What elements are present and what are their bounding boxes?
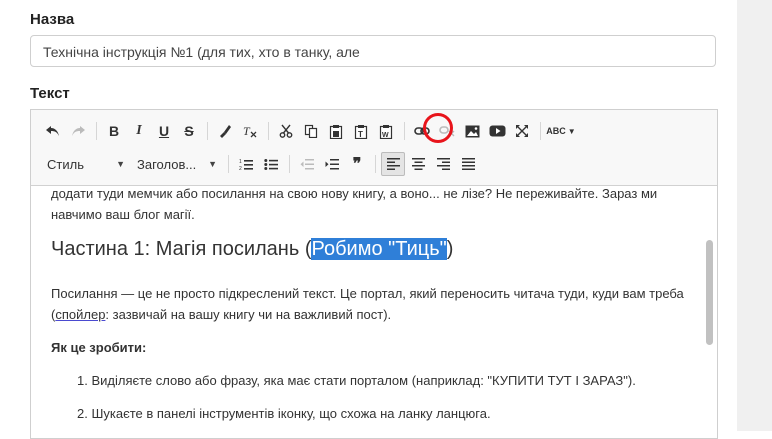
blockquote-button[interactable]: ❞: [345, 152, 369, 176]
svg-text:1: 1: [239, 159, 242, 165]
justify-icon: [461, 158, 475, 170]
heading-combo-label: Заголов...: [137, 156, 197, 172]
align-left-button[interactable]: [381, 152, 405, 176]
strikethrough-icon: S: [184, 123, 194, 139]
paste-text-button[interactable]: T: [349, 119, 373, 143]
heading-combo[interactable]: Заголов... ▼: [131, 152, 223, 176]
heading-text-prefix: Частина 1: Магія посилань (: [51, 238, 312, 260]
numbered-list-button[interactable]: 12: [234, 152, 258, 176]
bulleted-list-icon: [264, 158, 278, 170]
list-item: 1. Виділяєте слово або фразу, яка має ст…: [77, 373, 636, 388]
toolbar-separator: [228, 155, 229, 173]
chevron-down-icon: ▼: [567, 126, 576, 136]
align-center-icon: [411, 158, 425, 170]
spellcheck-icon: ABC: [546, 126, 566, 136]
copy-formatting-button[interactable]: [213, 119, 237, 143]
svg-text:T: T: [243, 124, 251, 138]
remove-format-button[interactable]: T: [238, 119, 262, 143]
spellcheck-button[interactable]: ABC ▼: [546, 119, 576, 143]
align-left-icon: [386, 158, 400, 170]
scrollbar-thumb[interactable]: [706, 240, 713, 345]
toolbar-separator: [375, 155, 376, 173]
link-button-highlight-circle: [423, 113, 453, 143]
cut-icon: [279, 124, 293, 138]
decrease-indent-button[interactable]: [295, 152, 319, 176]
underline-button[interactable]: U: [152, 119, 176, 143]
list-item: 2. Шукаєте в панелі інструментів іконку,…: [77, 406, 491, 421]
blockquote-icon: ❞: [352, 156, 362, 173]
undo-icon: [46, 126, 59, 136]
style-combo-label: Стиль: [47, 156, 84, 172]
copy-button[interactable]: [299, 119, 323, 143]
toolbar-separator: [96, 122, 97, 140]
toolbar-separator: [289, 155, 290, 173]
image-button[interactable]: [460, 119, 484, 143]
underline-icon: U: [158, 123, 170, 139]
strikethrough-button[interactable]: S: [177, 119, 201, 143]
svg-text:T: T: [358, 130, 363, 139]
spoiler-link: спойлер: [55, 307, 106, 322]
paste-word-icon: W: [379, 124, 393, 139]
copy-icon: [304, 124, 318, 138]
redo-icon: [72, 126, 85, 136]
justify-button[interactable]: [456, 152, 480, 176]
image-icon: [465, 125, 479, 137]
selected-text[interactable]: Робимо "Тиць": [311, 238, 447, 260]
align-right-button[interactable]: [431, 152, 455, 176]
paste-button[interactable]: [324, 119, 348, 143]
paste-word-button[interactable]: W: [374, 119, 398, 143]
maximize-icon: [516, 125, 528, 137]
bold-button[interactable]: B: [102, 119, 126, 143]
chevron-down-icon: ▼: [208, 159, 217, 169]
bold-icon: B: [108, 123, 120, 139]
youtube-icon: [489, 125, 505, 137]
body-paragraph: Посилання — це не просто підкреслений те…: [51, 283, 691, 325]
body-text-part-2: : зазвичай на вашу книгу чи на важливий …: [105, 307, 392, 322]
editor-toolbar: B I U S T T W ABC ▼ Стиль ▼ Заголов... ▼…: [31, 110, 717, 186]
how-to-heading: Як це зробити:: [51, 340, 147, 355]
copy-formatting-icon: [220, 125, 231, 138]
align-right-icon: [436, 158, 450, 170]
svg-text:W: W: [382, 132, 389, 139]
title-label: Назва: [30, 11, 75, 28]
toolbar-separator: [207, 122, 208, 140]
section-heading: Частина 1: Магія посилань (Робимо "Тиць"…: [51, 238, 454, 260]
title-input[interactable]: Технічна інструкція №1 (для тих, хто в т…: [30, 35, 716, 67]
editor-content-area[interactable]: додати туди мемчик або посилання на свою…: [31, 186, 703, 438]
italic-icon: I: [136, 123, 142, 138]
chevron-down-icon: ▼: [116, 159, 125, 169]
increase-indent-icon: [325, 158, 339, 169]
redo-button[interactable]: [66, 119, 90, 143]
italic-button[interactable]: I: [127, 119, 151, 143]
page-side-strip: [737, 0, 772, 431]
toolbar-separator: [268, 122, 269, 140]
toolbar-row-2: Стиль ▼ Заголов... ▼ 12 ❞: [41, 151, 481, 177]
paste-icon: [329, 124, 343, 139]
intro-paragraph: додати туди мемчик або посилання на свою…: [51, 186, 658, 222]
toolbar-separator: [540, 122, 541, 140]
rich-text-editor: B I U S T T W ABC ▼ Стиль ▼ Заголов... ▼…: [30, 109, 718, 439]
toolbar-row-1: B I U S T T W ABC ▼: [41, 118, 577, 144]
bulleted-list-button[interactable]: [259, 152, 283, 176]
paste-text-icon: T: [354, 124, 368, 139]
align-center-button[interactable]: [406, 152, 430, 176]
decrease-indent-icon: [300, 158, 314, 169]
style-combo[interactable]: Стиль ▼: [41, 152, 131, 176]
youtube-button[interactable]: [485, 119, 509, 143]
toolbar-separator: [404, 122, 405, 140]
remove-format-icon: T: [243, 124, 257, 138]
cut-button[interactable]: [274, 119, 298, 143]
increase-indent-button[interactable]: [320, 152, 344, 176]
maximize-button[interactable]: [510, 119, 534, 143]
numbered-list-icon: 12: [239, 159, 253, 171]
text-label: Текст: [30, 85, 70, 102]
heading-text-suffix: ): [446, 238, 454, 260]
undo-button[interactable]: [41, 119, 65, 143]
svg-text:2: 2: [239, 166, 242, 171]
